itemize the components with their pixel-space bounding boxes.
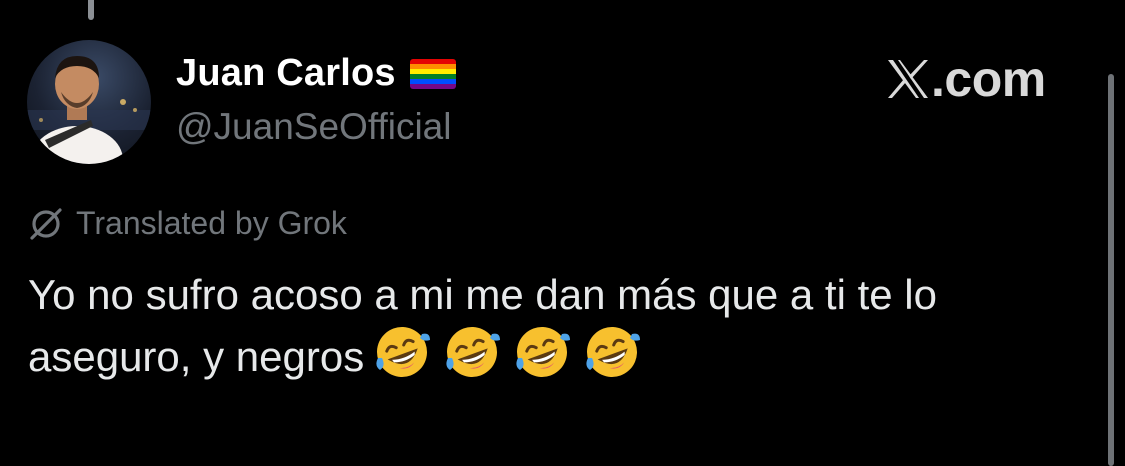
rolling-on-floor-laughing-icon bbox=[446, 327, 501, 377]
emoji-row bbox=[374, 324, 654, 380]
rolling-on-floor-laughing-icon bbox=[376, 327, 431, 377]
rainbow-flag-icon bbox=[409, 58, 456, 89]
x-logo-icon bbox=[888, 60, 928, 98]
author-name-row[interactable]: Juan Carlos bbox=[176, 52, 456, 95]
rolling-on-floor-laughing-icon bbox=[586, 327, 641, 377]
avatar[interactable] bbox=[27, 40, 151, 164]
grok-icon bbox=[30, 207, 62, 240]
source-domain-label: .com bbox=[931, 51, 1046, 107]
author-handle[interactable]: @JuanSeOfficial bbox=[176, 106, 451, 148]
rolling-on-floor-laughing-icon bbox=[516, 327, 571, 377]
author-display-name[interactable]: Juan Carlos bbox=[176, 52, 396, 95]
source-watermark: .com bbox=[886, 50, 1046, 108]
avatar-photo bbox=[27, 56, 151, 164]
translated-by-label: Translated by Grok bbox=[76, 205, 347, 241]
scrollbar[interactable] bbox=[1108, 74, 1114, 466]
thread-connector-line bbox=[88, 0, 94, 20]
tweet-body: Yo no sufro acoso a mi me dan más que a … bbox=[28, 265, 1088, 386]
translation-notice: Translated by Grok bbox=[28, 205, 347, 242]
